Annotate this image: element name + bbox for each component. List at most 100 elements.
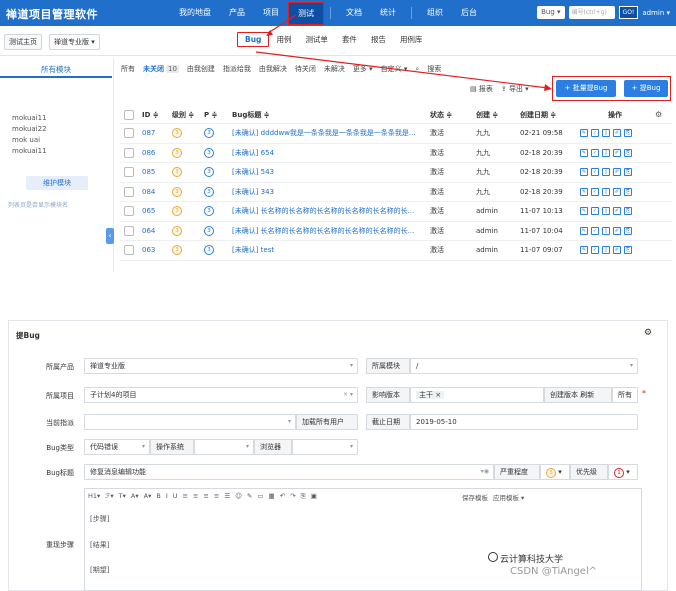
col-title[interactable]: Bug标题 ≑ [232, 110, 430, 120]
breadcrumb-test-home[interactable]: 测试主页 [4, 34, 42, 50]
copy-icon[interactable]: ⎘ [624, 207, 632, 216]
tab-testtask[interactable]: 测试单 [298, 32, 335, 47]
tab-caselib[interactable]: 用例库 [393, 32, 430, 47]
col-status[interactable]: 状态 ≑ [430, 110, 476, 120]
table-settings-gear-icon[interactable]: ⚙ [655, 110, 662, 119]
tab-case[interactable]: 用例 [269, 32, 298, 47]
row-checkbox[interactable] [124, 147, 134, 158]
go-button[interactable]: GO! [618, 6, 639, 19]
select-all-checkbox[interactable] [124, 109, 134, 120]
resolve-icon[interactable]: ▯ [602, 187, 610, 196]
assign-select[interactable]: ▾ [84, 414, 296, 430]
editor-tool-button[interactable]: H1▾ [88, 492, 100, 502]
copy-icon[interactable]: ⎘ [624, 168, 632, 177]
table-row[interactable]: 087 3 3 [未确认] ddddww我是一条条我是一条条我是一条条我是... 激活九… [120, 124, 672, 144]
copy-icon[interactable]: ⎘ [624, 129, 632, 138]
editor-tool-button[interactable]: 保存模板 [462, 492, 488, 502]
edit-icon[interactable]: ✐ [613, 168, 621, 177]
editor-tool-button[interactable]: ▭ [257, 492, 263, 502]
edit-icon[interactable]: ✐ [613, 246, 621, 255]
edit-icon[interactable]: ✐ [613, 207, 621, 216]
editor-tool-button[interactable]: ≡ [193, 492, 198, 502]
add-bug-button[interactable]: + 提Bug [624, 80, 668, 97]
edit-icon[interactable]: ✐ [613, 148, 621, 157]
editor-tool-button[interactable]: ↷ [290, 492, 295, 502]
tab-bug[interactable]: Bug [237, 32, 270, 47]
confirm-icon[interactable]: ✎ [580, 226, 588, 235]
form-settings-gear-icon[interactable]: ⚙ [644, 328, 652, 338]
project-select[interactable]: 子计划4的项目 × ▾ [84, 387, 358, 403]
row-checkbox[interactable] [124, 225, 134, 236]
editor-tool-button[interactable]: ✎ [247, 492, 252, 502]
confirm-icon[interactable]: ✎ [580, 168, 588, 177]
row-checkbox[interactable] [124, 206, 134, 217]
bug-id[interactable]: 086 [142, 149, 172, 157]
bug-title-link[interactable]: [未确认] 长名称的长名称的长名称的长名称的长名称的长... [232, 206, 430, 216]
severity-select[interactable]: 3 ▾ [540, 464, 570, 480]
module-item[interactable]: mokuai11 [12, 146, 47, 157]
all-modules-title[interactable]: 所有模块 [0, 62, 112, 78]
assign-icon[interactable]: ✓ [591, 226, 599, 235]
create-version-link[interactable]: 创建版本 [550, 391, 578, 399]
tab-report[interactable]: 报告 [364, 32, 393, 47]
col-id[interactable]: ID ≑ [142, 111, 172, 119]
filter-unclosed[interactable]: 未关闭 10 [143, 64, 179, 74]
show-module-name-link[interactable]: 列表页是否显示模块名 [8, 200, 68, 209]
user-menu[interactable]: admin ▾ [642, 9, 670, 17]
table-row[interactable]: 085 3 3 [未确认] 543 激活 九九 02-18 20:39 ✎ ✓ ▯ ✐ ⎘ [120, 163, 672, 183]
row-checkbox[interactable] [124, 186, 134, 197]
filter-search[interactable]: 搜索 [427, 64, 441, 74]
filter-assigned-to-me[interactable]: 指派给我 [223, 64, 251, 74]
editor-tool-button[interactable]: U [173, 492, 178, 502]
editor-tool-button[interactable]: ☺ [235, 492, 242, 502]
copy-icon[interactable]: ⎘ [624, 148, 632, 157]
resolve-icon[interactable]: ▯ [602, 226, 610, 235]
filter-to-close[interactable]: 待关闭 [295, 64, 316, 74]
bug-id[interactable]: 064 [142, 227, 172, 235]
nav-test[interactable]: 测试 [288, 1, 324, 25]
assign-icon[interactable]: ✓ [591, 187, 599, 196]
row-checkbox[interactable] [124, 245, 134, 256]
priority-select[interactable]: 1 ▾ [608, 464, 638, 480]
confirm-icon[interactable]: ✎ [580, 148, 588, 157]
editor-tool-button[interactable]: A▾ [131, 492, 139, 502]
module-item[interactable]: mokuai11 [12, 113, 47, 124]
export-button[interactable]: ⇪ 导出 ▾ [501, 84, 529, 94]
load-all-users-button[interactable]: 加载所有用户 [296, 414, 358, 430]
editor-tool-button[interactable]: A▾ [144, 492, 152, 502]
nav-stats[interactable]: 统计 [371, 0, 405, 26]
nav-my[interactable]: 我的地盘 [170, 0, 220, 26]
row-checkbox[interactable] [124, 167, 134, 178]
bug-title-link[interactable]: [未确认] ddddww我是一条条我是一条条我是一条条我是... [232, 128, 430, 138]
col-severity[interactable]: 级别 ≑ [172, 110, 204, 120]
bug-id[interactable]: 084 [142, 188, 172, 196]
edit-icon[interactable]: ✐ [613, 129, 621, 138]
resolve-icon[interactable]: ▯ [602, 129, 610, 138]
bug-title-link[interactable]: [未确认] 543 [232, 167, 430, 177]
module-select[interactable]: / ▾ [410, 358, 638, 374]
filter-resolved-by-me[interactable]: 由我解决 [259, 64, 287, 74]
version-select[interactable]: 主干 × [410, 387, 544, 403]
deadline-input[interactable]: 2019-05-10 [410, 414, 638, 430]
confirm-icon[interactable]: ✎ [580, 129, 588, 138]
bug-title-link[interactable]: [未确认] 343 [232, 187, 430, 197]
editor-tool-button[interactable]: ▣ [311, 492, 317, 502]
editor-tool-button[interactable]: 应用模板 ▾ [493, 492, 524, 502]
filter-unresolved[interactable]: 未解决 [324, 64, 345, 74]
confirm-icon[interactable]: ✎ [580, 207, 588, 216]
batch-add-bug-button[interactable]: + 批量提Bug [556, 80, 616, 97]
nav-project[interactable]: 项目 [254, 0, 288, 26]
all-versions-link[interactable]: 所有 [612, 387, 638, 403]
col-creator[interactable]: 创建 ≑ [476, 110, 520, 120]
table-row[interactable]: 086 3 3 [未确认] 654 激活 九九 02-18 20:39 ✎ ✓ ▯ ✐ ⎘ [120, 144, 672, 163]
tab-suite[interactable]: 套件 [335, 32, 364, 47]
assign-icon[interactable]: ✓ [591, 129, 599, 138]
search-icon[interactable]: ⌕ [415, 65, 419, 74]
nav-doc[interactable]: 文档 [337, 0, 371, 26]
editor-tool-button[interactable]: ℱ▾ [105, 492, 113, 502]
resolve-icon[interactable]: ▯ [602, 168, 610, 177]
confirm-icon[interactable]: ✎ [580, 187, 588, 196]
editor-tool-button[interactable]: ☰ [224, 492, 230, 502]
editor-tool-button[interactable]: ⎘ [301, 492, 306, 502]
editor-tool-button[interactable]: B [156, 492, 160, 502]
